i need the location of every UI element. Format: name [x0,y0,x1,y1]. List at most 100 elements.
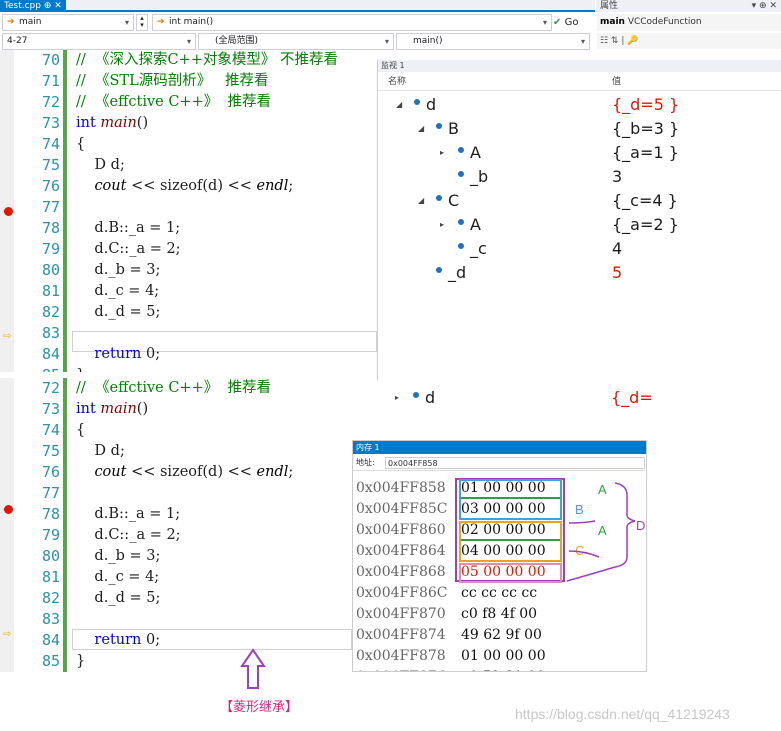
function-label: int main() [169,17,214,27]
scope-mid-label: (全局范围) [215,36,259,46]
watch-row[interactable]: _c 4 [378,237,781,261]
properties-toolbar[interactable]: ☷ ⇅ | 🔑 [597,33,781,49]
code-line[interactable]: 76 cout << sizeof(d) << endl; [0,462,352,483]
code-line[interactable]: 82 d._d = 5; [0,302,377,323]
code-line[interactable]: 84 return 0; [0,344,377,365]
line-number: 76 [41,463,60,481]
code-line[interactable]: 74 { [0,420,352,441]
line-number: 83 [41,610,60,628]
memory-bytes: c0 f8 4f 00 [461,606,538,622]
code-line[interactable]: 72 // 《effctive C++》 推荐看 [0,92,377,113]
code-line[interactable]: 73 int main() [0,113,377,134]
code-line[interactable]: 75 D d; [0,155,377,176]
line-number: 70 [41,51,60,69]
watch-row-name: _c [470,239,487,258]
line-number: 75 [41,442,60,460]
code-line[interactable]: 82 d._d = 5; [0,588,352,609]
memory-row[interactable]: 0x004FF878 01 00 00 00 [353,646,646,667]
code-line[interactable]: 73 int main() [0,399,352,420]
watch-row[interactable]: ◢ B {_b=3 } [378,117,781,141]
scope-dropdown-mid[interactable]: (全局范围) ▾ [198,33,394,50]
code-line[interactable]: 79 d.C::_a = 2; [0,239,377,260]
code-line[interactable]: 71 // 《STL源码剖析》 推荐看 [0,71,377,92]
code-text: // 《effctive C++》 推荐看 [76,92,271,113]
code-line[interactable]: 78 d.B::_a = 1; [0,218,377,239]
scope-dropdown-left[interactable]: 4-27 ▾ [2,33,196,50]
memory-title: 内存 1 [353,441,646,454]
code-editor-bottom[interactable]: ⇨ 72// 《effctive C++》 推荐看 73 int main() 74{… [0,378,352,672]
code-line[interactable]: 85} [0,365,377,372]
arrow-icon: ➔ [7,17,15,27]
code-line[interactable]: 80 d._b = 3; [0,260,377,281]
properties-title-label: 属性 [600,1,619,11]
col-value-header[interactable]: 值 [612,73,621,91]
code-line[interactable]: 81 d._c = 4; [0,281,377,302]
field-icon [414,98,420,105]
line-number: 73 [41,400,60,418]
code-line[interactable]: 83 [0,323,377,344]
code-line[interactable]: 80 d._b = 3; [0,546,352,567]
code-line[interactable]: 84 return 0; [0,630,352,651]
code-line[interactable]: 78 d.B::_a = 1; [0,504,352,525]
watch-row[interactable]: ▸ A {_a=1 } [378,141,781,165]
code-line[interactable]: 77 [0,483,352,504]
pin-icon[interactable]: ▾ ⊕ ✕ [752,0,777,12]
watch-window[interactable]: 监视 1 名称 值 ◢ d {_d=5 } ◢ B {_b=3 } ▸ A {_a=1 } _b 3… [377,60,781,380]
memory-window[interactable]: 内存 1 地址: 0x004FF858 0x004FF858 01 00 00 0… [352,440,647,672]
tab-close-icon[interactable]: ⊕ ✕ [44,1,62,11]
code-editor-top[interactable]: ⇨ 70// 《深入探索C++对象模型》 不推荐看 71// 《STL源码剖析》 … [0,50,377,372]
code-text: // 《深入探索C++对象模型》 不推荐看 [76,50,338,71]
memory-row[interactable]: 0x004FF870 c0 f8 4f 00 [353,604,646,625]
properties-object-selector[interactable]: main VCCodeFunction [597,14,781,31]
watch-row[interactable]: ◢ d {_d=5 } [378,93,781,117]
expand-arrow-icon[interactable]: ◢ [418,189,424,213]
watch-row[interactable]: ▸ A {_a=2 } [378,213,781,237]
col-name-header[interactable]: 名称 [388,73,406,91]
line-number: 72 [41,93,60,111]
expand-arrow-icon[interactable]: ▸ [440,213,444,237]
line-number: 84 [41,631,60,649]
memory-address: 0x004FF878 [356,648,446,664]
expand-arrow-icon[interactable]: ◢ [396,93,402,117]
scope-dropdown-right[interactable]: main() ▾ [396,33,590,50]
code-text: int main() [76,113,148,134]
arrow-icon: ➔ [157,17,165,27]
code-token: return [76,346,142,362]
code-line[interactable]: 76 cout << sizeof(d) << endl; [0,176,377,197]
scroll-spinner[interactable]: ▴ ▾ [136,14,148,31]
address-input[interactable]: 0x004FF858 [385,457,645,469]
watch-window-second[interactable]: ▸ d {_d= [377,386,781,414]
expand-arrow-icon[interactable]: ◢ [418,117,424,141]
code-text: d.B::_a = 1; [76,504,180,525]
memory-row[interactable]: 0x004FF874 49 62 9f 00 [353,625,646,646]
expand-arrow-icon[interactable]: ▸ [395,386,399,410]
expand-arrow-icon[interactable]: ▸ [440,141,444,165]
watch-row[interactable]: ◢ C {_c=4 } [378,189,781,213]
scope-right-label: main() [413,36,443,46]
watch-row[interactable]: _b 3 [378,165,781,189]
code-line[interactable]: 74 { [0,134,377,155]
project-dropdown[interactable]: ➔ main ▾ [2,14,134,31]
watch-row-name: d [425,388,436,407]
code-token: d._c = 4; [76,569,160,585]
code-text: cout << sizeof(d) << endl; [76,176,293,197]
code-line[interactable]: 72 // 《effctive C++》 推荐看 [0,378,352,399]
code-line[interactable]: 75 D d; [0,441,352,462]
code-line[interactable]: 79 d.C::_a = 2; [0,525,352,546]
code-text: return 0; [76,344,160,365]
code-line[interactable]: 83 [0,609,352,630]
memory-row[interactable]: 0x004FF87C e0 52 81 00 [353,667,646,671]
code-line[interactable]: 81 d._c = 4; [0,567,352,588]
tab-test-cpp[interactable]: Test.cpp ⊕ ✕ [0,0,66,12]
code-line[interactable]: 85} [0,651,352,672]
line-number: 74 [41,135,60,153]
watch-row[interactable]: _d 5 [378,261,781,285]
go-button[interactable]: ✔ Go [553,14,595,31]
watch-row[interactable]: ▸ d {_d= [377,386,781,410]
line-number: 85 [22,365,60,372]
field-icon [413,391,419,398]
code-line[interactable]: 77 [0,197,377,218]
function-dropdown[interactable]: ➔ int main() ▾ [152,14,552,31]
code-line[interactable]: 70 // 《深入探索C++对象模型》 不推荐看 [0,50,377,71]
